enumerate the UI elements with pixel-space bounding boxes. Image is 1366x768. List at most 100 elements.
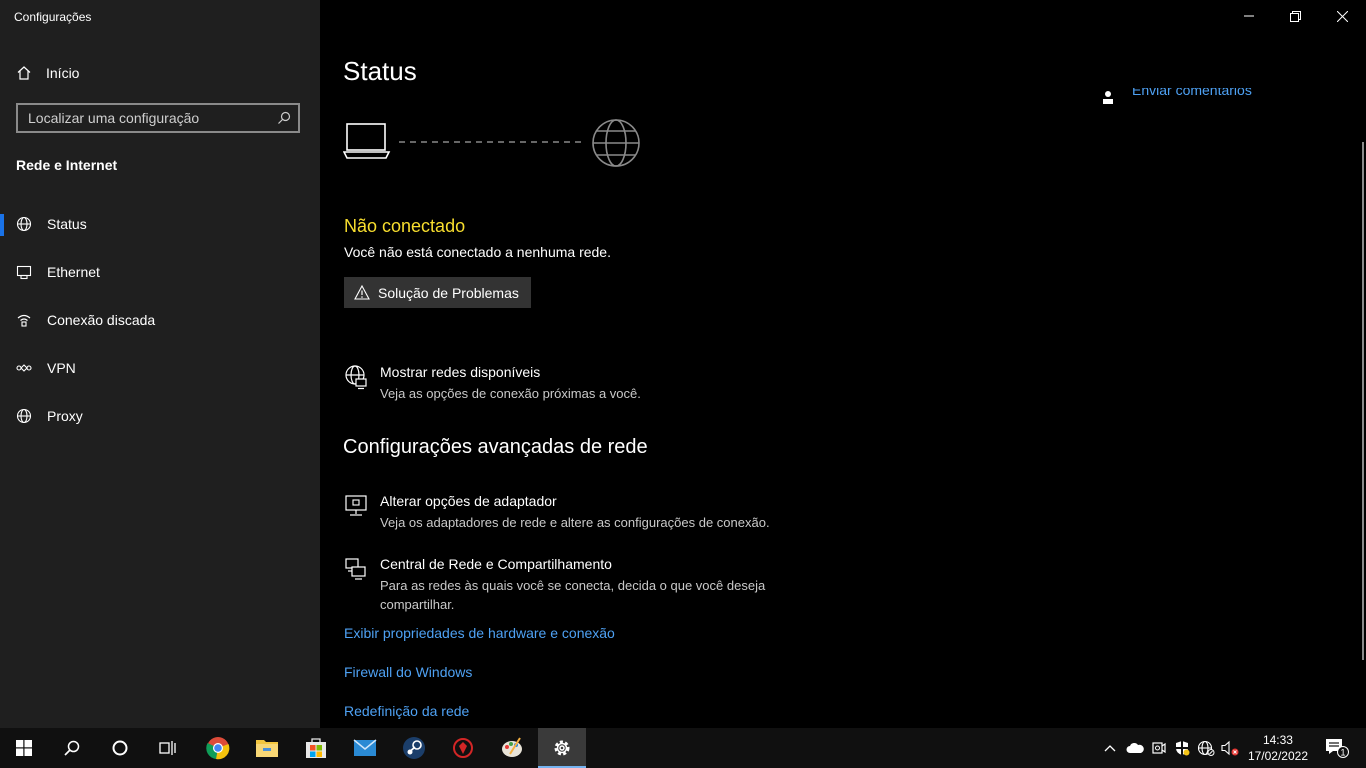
troubleshoot-button[interactable]: Solução de Problemas xyxy=(344,277,531,308)
show-networks-title: Mostrar redes disponíveis xyxy=(380,364,541,380)
task-view-button[interactable] xyxy=(144,728,192,768)
sidebar-item-label: VPN xyxy=(47,360,76,376)
sidebar-item-ethernet[interactable]: Ethernet xyxy=(0,250,320,294)
connection-diagram xyxy=(343,119,640,167)
adapter-monitor-icon xyxy=(343,493,369,532)
shield-warning-icon xyxy=(1176,741,1190,756)
sidebar-item-label: Ethernet xyxy=(47,264,100,280)
volume-tray-button[interactable] xyxy=(1218,728,1242,768)
connection-status-desc: Você não está conectado a nenhuma rede. xyxy=(344,244,611,260)
app-title: Configurações xyxy=(14,10,92,24)
show-hidden-icons-button[interactable] xyxy=(1098,728,1122,768)
restore-button[interactable] xyxy=(1272,0,1318,32)
steam-taskbar-button[interactable] xyxy=(390,728,438,768)
start-button[interactable] xyxy=(0,728,48,768)
defender-tray-button[interactable] xyxy=(1170,728,1194,768)
onedrive-tray-button[interactable] xyxy=(1123,728,1147,768)
store-taskbar-button[interactable] xyxy=(292,728,340,768)
mail-taskbar-button[interactable] xyxy=(341,728,389,768)
sidebar-item-label: Proxy xyxy=(47,408,83,424)
paint-app-taskbar-button[interactable] xyxy=(488,728,536,768)
search-icon xyxy=(64,740,80,756)
feedback-link[interactable]: Enviar comentários xyxy=(1102,88,1252,106)
search-input[interactable] xyxy=(18,109,270,127)
search-box[interactable] xyxy=(16,103,300,133)
security-app-taskbar-button[interactable] xyxy=(439,728,487,768)
adapter-options-title: Alterar opções de adaptador xyxy=(380,493,557,509)
file-explorer-taskbar-button[interactable] xyxy=(243,728,291,768)
dialup-icon xyxy=(16,312,32,328)
search-icon[interactable] xyxy=(270,111,298,125)
advanced-settings-heading: Configurações avançadas de rede xyxy=(343,436,648,458)
sidebar-item-vpn[interactable]: VPN xyxy=(0,346,320,390)
close-button[interactable] xyxy=(1319,0,1365,32)
main-content: Status Enviar comentários Não conectado … xyxy=(320,0,1366,728)
network-sharing-icon xyxy=(343,556,369,614)
laptop-icon xyxy=(343,123,391,159)
warning-icon xyxy=(354,285,370,300)
sidebar-item-label: Conexão discada xyxy=(47,312,156,328)
sidebar-item-conexao-discada[interactable]: Conexão discada xyxy=(0,298,320,342)
connection-status-heading: Não conectado xyxy=(344,216,466,236)
troubleshoot-label: Solução de Problemas xyxy=(378,284,519,301)
cloud-icon xyxy=(1126,742,1144,753)
clock-time: 14:33 xyxy=(1262,733,1293,747)
camera-icon xyxy=(1152,742,1166,754)
close-icon xyxy=(1336,10,1348,22)
network-reset-link[interactable]: Redefinição da rede xyxy=(344,703,469,719)
hardware-properties-link[interactable]: Exibir propriedades de hardware e conexã… xyxy=(344,625,615,641)
cortana-icon xyxy=(112,740,128,756)
windows-logo-icon xyxy=(16,740,32,756)
cortana-button[interactable] xyxy=(96,728,144,768)
store-icon xyxy=(306,738,326,758)
scrollbar[interactable] xyxy=(1362,142,1364,660)
adapter-options-desc: Veja os adaptadores de rede e altere as … xyxy=(380,515,770,530)
globe-disconnected-icon xyxy=(1197,740,1215,756)
sidebar-item-proxy[interactable]: Proxy xyxy=(0,394,320,438)
restore-icon xyxy=(1289,10,1301,22)
feedback-icon xyxy=(1103,91,1113,104)
internet-globe-icon xyxy=(592,119,640,167)
network-sharing-center-title: Central de Rede e Compartilhamento xyxy=(380,556,612,572)
network-globe-icon xyxy=(343,364,369,403)
clock[interactable]: 14:33 17/02/2022 xyxy=(1248,732,1308,764)
network-sharing-center-desc: Para as redes às quais você se conecta, … xyxy=(380,578,766,612)
minimize-button[interactable] xyxy=(1226,0,1272,32)
taskbar: 14:33 17/02/2022 1 xyxy=(0,728,1366,768)
page-title: Status xyxy=(343,56,417,86)
show-networks-desc: Veja as opções de conexão próximas a voc… xyxy=(380,386,641,401)
paint-palette-icon xyxy=(502,737,522,757)
home-nav-item[interactable]: Início xyxy=(16,62,79,84)
network-tray-button[interactable] xyxy=(1194,728,1218,768)
settings-taskbar-button[interactable] xyxy=(538,728,586,768)
minimize-icon xyxy=(1244,15,1254,17)
sidebar-item-label: Status xyxy=(47,216,87,232)
folder-icon xyxy=(256,740,278,757)
action-center-button[interactable]: 1 xyxy=(1322,728,1352,768)
sidebar-item-status[interactable]: Status xyxy=(0,202,320,246)
chrome-taskbar-button[interactable] xyxy=(194,728,242,768)
meet-now-tray-button[interactable] xyxy=(1147,728,1171,768)
network-sharing-center-item[interactable]: Central de Rede e Compartilhamento Para … xyxy=(343,556,780,614)
mail-icon xyxy=(353,739,377,756)
section-title: Rede e Internet xyxy=(16,157,118,173)
vpn-icon xyxy=(16,360,32,376)
red-shield-app-icon xyxy=(453,738,473,758)
sidebar: Configurações Início Rede e Internet Sta… xyxy=(0,0,320,728)
windows-firewall-link[interactable]: Firewall do Windows xyxy=(344,664,472,680)
show-networks-item[interactable]: Mostrar redes disponíveis Veja as opções… xyxy=(343,364,641,403)
home-label: Início xyxy=(46,65,80,81)
home-icon xyxy=(17,66,31,80)
task-view-icon xyxy=(159,741,176,755)
ethernet-icon xyxy=(16,264,32,280)
notification-count: 1 xyxy=(1340,748,1345,758)
globe-icon xyxy=(16,216,32,232)
chrome-icon xyxy=(206,737,230,760)
feedback-label: Enviar comentários xyxy=(1132,88,1252,98)
adapter-options-item[interactable]: Alterar opções de adaptador Veja os adap… xyxy=(343,493,770,532)
search-taskbar-button[interactable] xyxy=(48,728,96,768)
notification-icon: 1 xyxy=(1326,739,1349,758)
globe-icon xyxy=(16,408,32,424)
chevron-up-icon xyxy=(1104,745,1116,752)
volume-muted-icon xyxy=(1221,740,1239,756)
